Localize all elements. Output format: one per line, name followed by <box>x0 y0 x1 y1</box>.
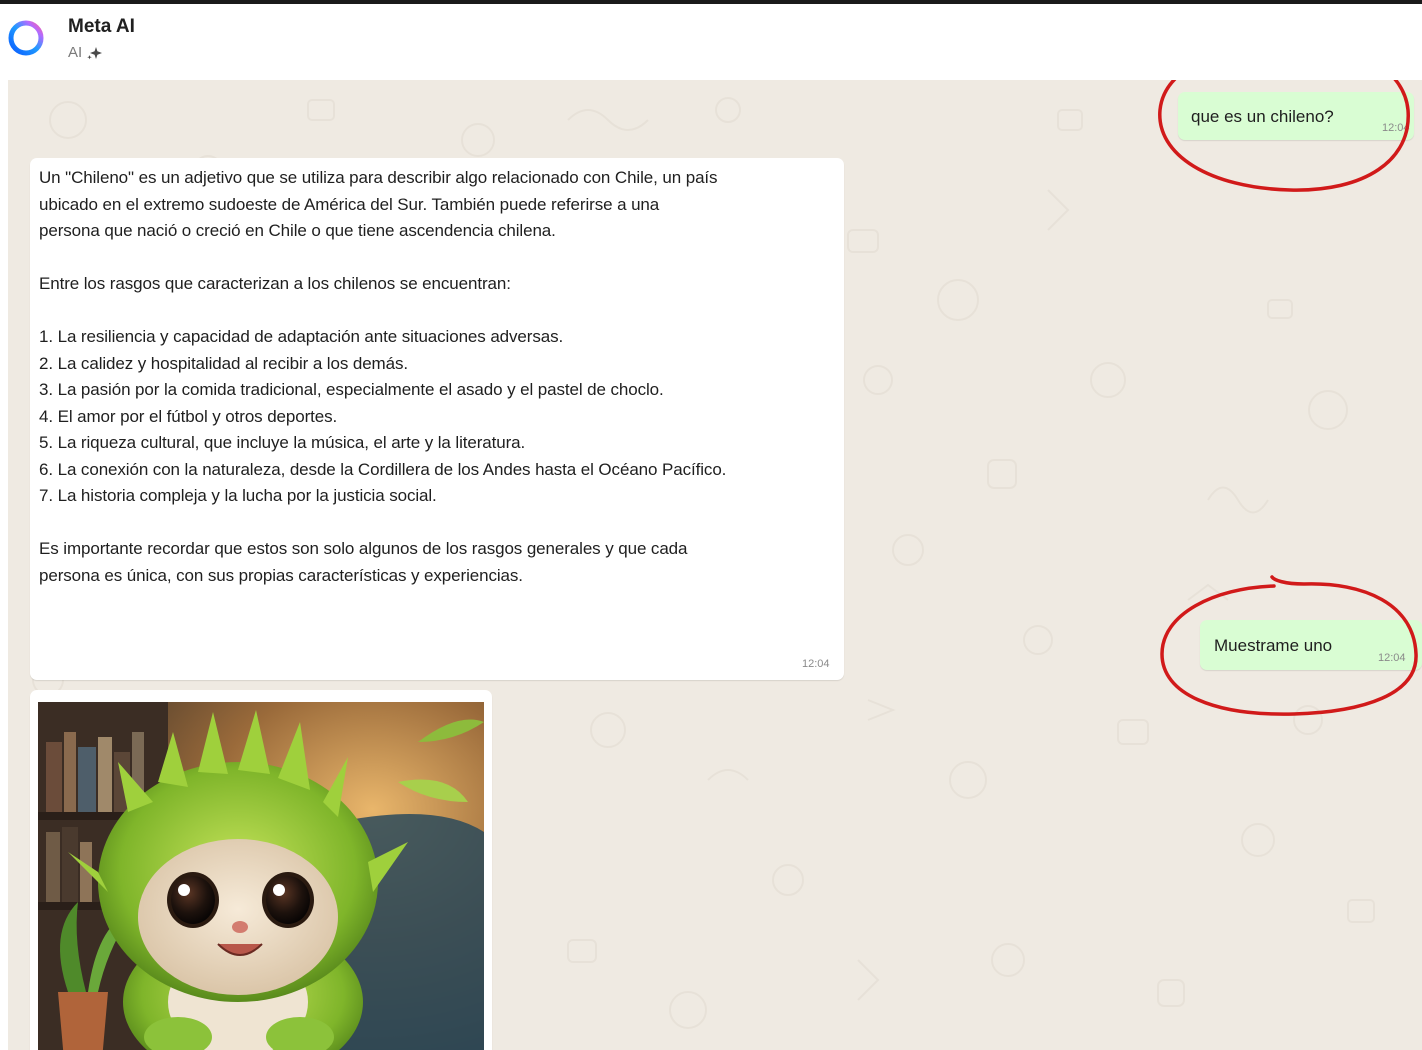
message-text: que es un chileno? <box>1191 107 1334 126</box>
outgoing-message-bubble[interactable]: Muestrame uno 12:04 <box>1200 620 1422 670</box>
message-text: Un "Chileno" es un adjetivo que se utili… <box>39 168 727 585</box>
message-time: 12:04 <box>1382 122 1410 134</box>
chat-area[interactable]: que es un chileno? 12:04 Un "Chileno" es… <box>8 80 1422 1050</box>
meta-ai-logo-icon[interactable] <box>6 18 46 58</box>
incoming-message-bubble[interactable]: Un "Chileno" es un adjetivo que se utili… <box>30 158 844 680</box>
chat-header[interactable]: Meta AI AI <box>0 4 1422 80</box>
chat-title: Meta AI <box>68 16 135 37</box>
outgoing-message-bubble[interactable]: que es un chileno? 12:04 <box>1178 92 1414 140</box>
message-time: 12:04 <box>1378 652 1406 664</box>
message-time: 12:04 <box>802 658 830 670</box>
subtitle-label: AI <box>68 44 83 61</box>
sparkle-icon <box>87 46 103 59</box>
message-text: Muestrame uno <box>1214 636 1333 655</box>
incoming-image-message[interactable] <box>30 690 492 1050</box>
chat-subtitle: AI <box>68 44 103 61</box>
creature-image[interactable] <box>38 702 484 1050</box>
